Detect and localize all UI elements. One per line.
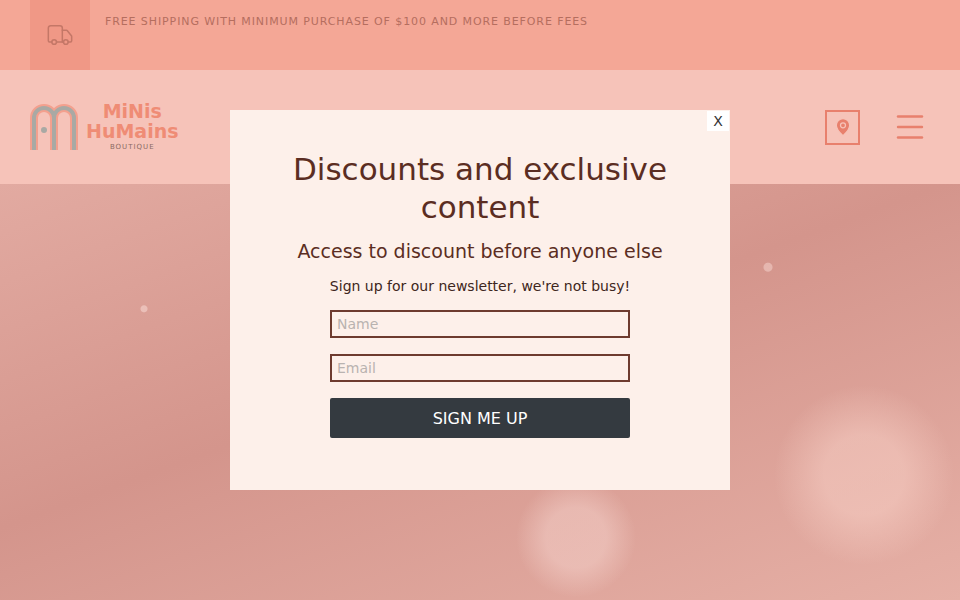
store-locator-button[interactable] xyxy=(825,110,860,145)
modal-note: Sign up for our newsletter, we're not bu… xyxy=(330,278,630,294)
logo-monogram-icon xyxy=(30,100,82,154)
truck-icon xyxy=(46,21,74,49)
newsletter-modal: X Discounts and exclusive content Access t… xyxy=(230,110,730,490)
logo-line: HuMains xyxy=(86,122,179,142)
logo[interactable]: MiNisHuMains BOUTIQUE xyxy=(30,100,179,154)
page: FREE SHIPPING WITH MINIMUM PURCHASE OF $… xyxy=(0,0,960,600)
logo-text: MiNisHuMains BOUTIQUE xyxy=(86,102,179,151)
signup-button[interactable]: SIGN ME UP xyxy=(330,398,630,438)
logo-tagline: BOUTIQUE xyxy=(110,144,155,151)
modal-title: Discounts and exclusive content xyxy=(270,150,690,226)
shipping-badge xyxy=(30,0,90,70)
header-actions xyxy=(825,109,928,145)
map-pin-icon xyxy=(833,117,853,137)
modal-subtitle: Access to discount before anyone else xyxy=(297,240,662,262)
close-button[interactable]: X xyxy=(707,111,729,131)
signup-form: SIGN ME UP xyxy=(330,310,630,438)
announcement-text: FREE SHIPPING WITH MINIMUM PURCHASE OF $… xyxy=(105,15,588,28)
menu-button[interactable] xyxy=(892,109,928,145)
announcement-bar: FREE SHIPPING WITH MINIMUM PURCHASE OF $… xyxy=(0,0,960,70)
text-field[interactable] xyxy=(330,310,630,338)
hamburger-icon xyxy=(892,109,928,145)
logo-line: MiNis xyxy=(103,102,162,122)
text-field[interactable] xyxy=(330,354,630,382)
